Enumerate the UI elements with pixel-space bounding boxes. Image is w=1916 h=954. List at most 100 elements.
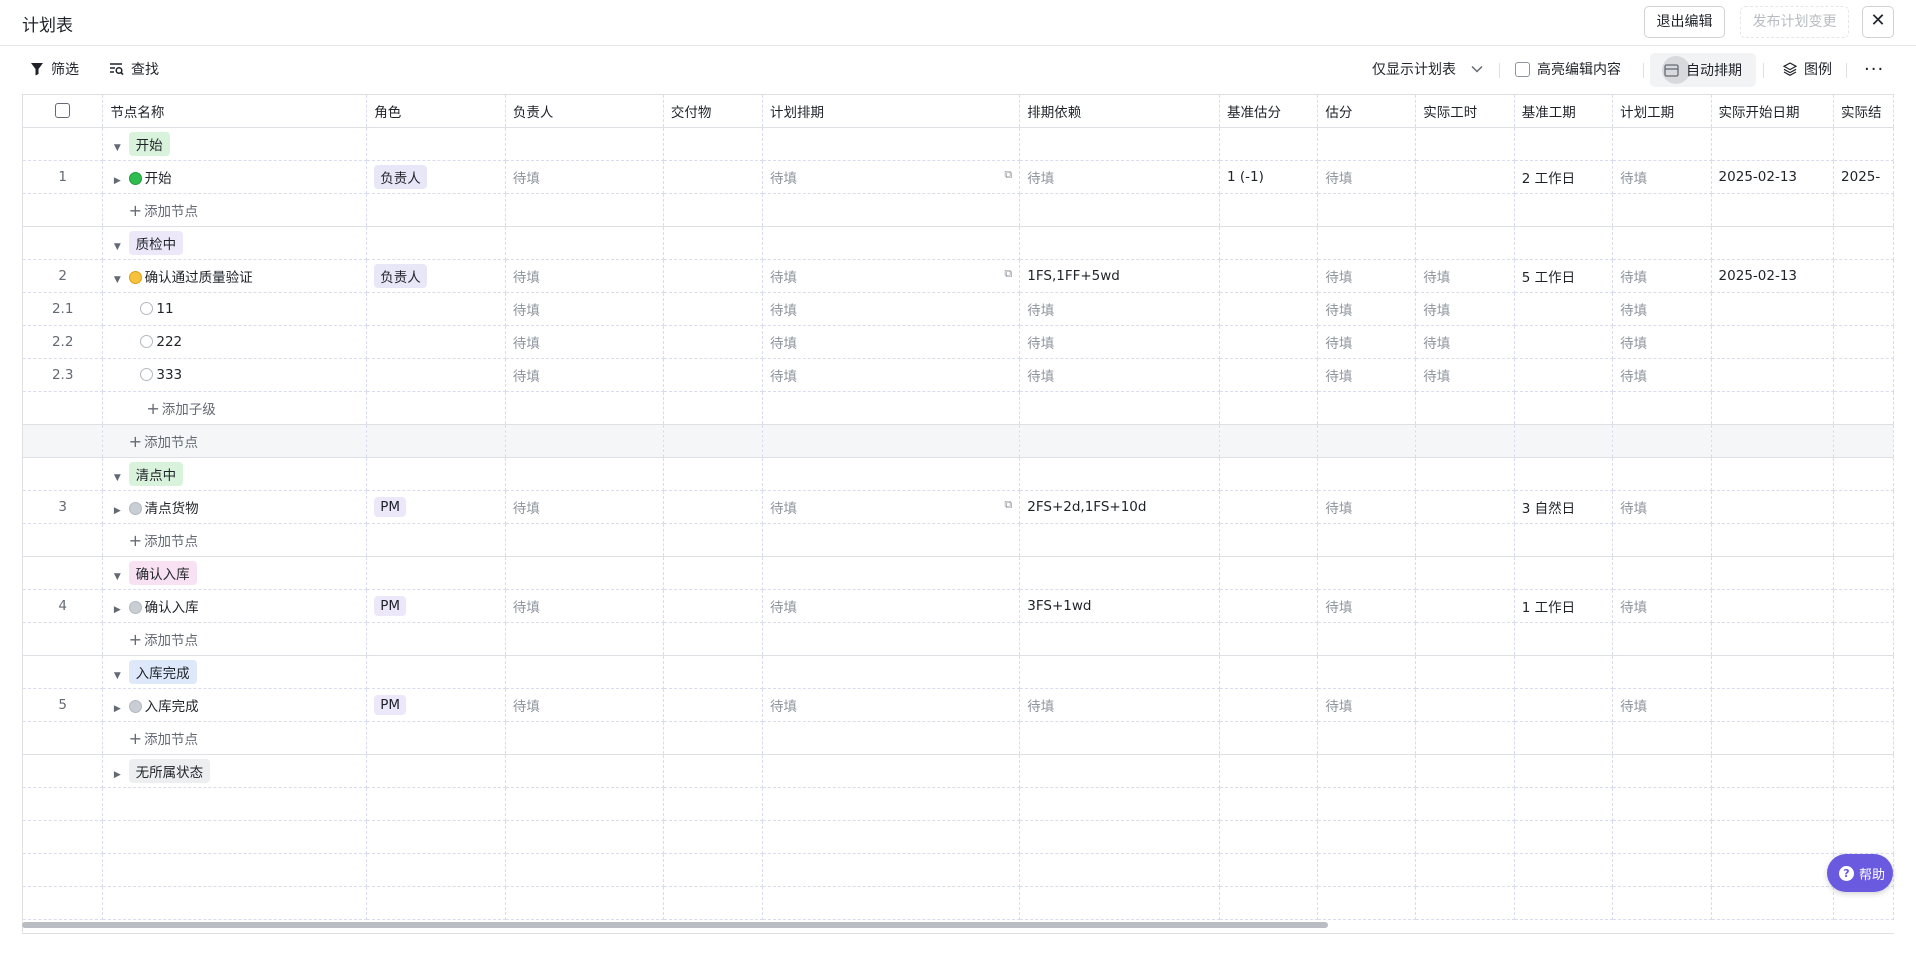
help-button[interactable]: ? 帮助 — [1827, 854, 1893, 892]
estimate-cell[interactable]: 待填 — [1317, 259, 1417, 293]
node-name[interactable]: 确认入库 — [145, 600, 199, 616]
actual-hours-cell[interactable]: 待填 — [1415, 292, 1515, 326]
add-node-button[interactable]: + 添加节点 — [102, 721, 368, 755]
copy-icon[interactable]: ⧉ — [1004, 267, 1012, 281]
group-cell[interactable]: ▼ 开始 — [102, 127, 368, 161]
column-header[interactable]: 计划排期 — [762, 95, 1021, 128]
base-duration-cell[interactable]: 2 工作日 — [1514, 160, 1614, 194]
add-node-button[interactable]: + 添加节点 — [102, 424, 368, 458]
node-name[interactable]: 确认通过质量验证 — [145, 270, 253, 286]
role-tag[interactable]: PM — [374, 496, 407, 517]
more-options-button[interactable]: ··· — [1864, 59, 1884, 80]
plan-schedule-cell[interactable]: 待填 — [762, 688, 1021, 722]
caret-down-icon[interactable]: ▼ — [110, 671, 124, 681]
role-tag[interactable]: PM — [374, 595, 407, 616]
node-name[interactable]: 11 — [156, 301, 173, 317]
base-estimate-cell[interactable] — [1219, 259, 1319, 293]
add-node-button[interactable]: + 添加节点 — [102, 622, 368, 656]
column-header[interactable]: 计划工期 — [1612, 95, 1712, 128]
table-row[interactable]: 5 ▶ 入库完成 PM 待填 待填 待填 待填 待填 — [23, 688, 1894, 722]
deliverable-cell[interactable] — [663, 259, 763, 293]
caret-down-icon[interactable]: ▼ — [110, 473, 124, 483]
select-all-checkbox[interactable] — [23, 95, 104, 128]
actual-end-cell[interactable]: 2025- — [1833, 160, 1894, 194]
node-name[interactable]: 开始 — [145, 171, 172, 187]
group-cell[interactable]: ▼ 入库完成 — [102, 655, 368, 689]
role-tag[interactable]: PM — [374, 694, 407, 715]
group-cell[interactable]: ▼ 清点中 — [102, 457, 368, 491]
owner-cell[interactable]: 待填 — [505, 688, 664, 722]
caret-right-icon[interactable]: ▶ — [110, 704, 124, 714]
node-name[interactable]: 333 — [156, 367, 182, 383]
group-cell[interactable]: ▼ 质检中 — [102, 226, 368, 260]
plan-schedule-cell[interactable]: 待填 ⧉ — [762, 259, 1021, 293]
plan-duration-cell[interactable]: 待填 — [1612, 358, 1712, 392]
caret-down-icon[interactable]: ▼ — [110, 242, 124, 252]
plan-duration-cell[interactable]: 待填 — [1612, 688, 1712, 722]
column-header[interactable]: 交付物 — [663, 95, 763, 128]
plan-schedule-cell[interactable]: 待填 ⧉ — [762, 160, 1021, 194]
table-row[interactable]: 3 ▶ 清点货物 PM 待填 待填 ⧉ 2FS+2d,1FS+10d 待填 3 自… — [23, 490, 1894, 524]
horizontal-scrollbar[interactable] — [22, 922, 1328, 928]
column-header[interactable]: 节点名称 — [102, 95, 368, 128]
estimate-cell[interactable]: 待填 — [1317, 325, 1417, 359]
add-node-button[interactable]: + 添加节点 — [102, 193, 368, 227]
column-header[interactable]: 排期依赖 — [1019, 95, 1220, 128]
add-child-button[interactable]: + 添加子级 — [102, 391, 368, 425]
add-node-button[interactable]: + 添加节点 — [102, 523, 368, 557]
actual-hours-cell[interactable] — [1415, 160, 1515, 194]
node-name[interactable]: 清点货物 — [145, 501, 199, 517]
column-header[interactable]: 基准工期 — [1514, 95, 1614, 128]
caret-down-icon[interactable]: ▼ — [110, 572, 124, 582]
caret-right-icon[interactable]: ▶ — [110, 605, 124, 615]
dependency-cell[interactable]: 待填 — [1019, 292, 1220, 326]
plan-duration-cell[interactable]: 待填 — [1612, 490, 1712, 524]
deliverable-cell[interactable] — [663, 589, 763, 623]
column-header[interactable]: 基准估分 — [1219, 95, 1319, 128]
column-header[interactable]: 实际开始日期 — [1711, 95, 1835, 128]
caret-right-icon[interactable]: ▶ — [110, 770, 124, 780]
group-cell[interactable]: ▼ 确认入库 — [102, 556, 368, 590]
copy-icon[interactable]: ⧉ — [1004, 498, 1012, 512]
table-row[interactable]: 4 ▶ 确认入库 PM 待填 待填 3FS+1wd 待填 1 工作日 待填 — [23, 589, 1894, 623]
plan-duration-cell[interactable]: 待填 — [1612, 589, 1712, 623]
find-button[interactable]: 查找 — [109, 59, 159, 79]
table-row[interactable]: 2.1 11 待填 待填 待填 待填 待填 待填 — [23, 292, 1894, 326]
dependency-cell[interactable]: 待填 — [1019, 688, 1220, 722]
table-row[interactable]: 2.3 333 待填 待填 待填 待填 待填 待填 — [23, 358, 1894, 392]
node-name[interactable]: 222 — [156, 334, 182, 350]
view-select-dropdown[interactable]: 仅显示计划表 — [1372, 59, 1483, 79]
legend-button[interactable]: 图例 — [1783, 59, 1832, 79]
actual-hours-cell[interactable]: 待填 — [1415, 358, 1515, 392]
role-tag[interactable]: 负责人 — [374, 263, 427, 288]
estimate-cell[interactable]: 待填 — [1317, 292, 1417, 326]
dependency-cell[interactable]: 1FS,1FF+5wd — [1019, 259, 1220, 293]
plan-duration-cell[interactable]: 待填 — [1612, 259, 1712, 293]
highlight-edit-checkbox[interactable]: 高亮编辑内容 — [1515, 59, 1621, 79]
plan-duration-cell[interactable]: 待填 — [1612, 160, 1712, 194]
plan-schedule-cell[interactable]: 待填 — [762, 325, 1021, 359]
estimate-cell[interactable]: 待填 — [1317, 688, 1417, 722]
table-row[interactable]: 2 ▼ 确认通过质量验证 负责人 待填 待填 ⧉ 1FS,1FF+5wd 待填 待… — [23, 259, 1894, 293]
owner-cell[interactable]: 待填 — [505, 292, 664, 326]
estimate-cell[interactable]: 待填 — [1317, 358, 1417, 392]
group-cell[interactable]: ▶ 无所属状态 — [102, 754, 368, 788]
caret-right-icon[interactable]: ▶ — [110, 176, 124, 186]
owner-cell[interactable]: 待填 — [505, 358, 664, 392]
owner-cell[interactable]: 待填 — [505, 490, 664, 524]
column-header[interactable]: 实际工时 — [1415, 95, 1515, 128]
estimate-cell[interactable]: 待填 — [1317, 589, 1417, 623]
estimate-cell[interactable]: 待填 — [1317, 160, 1417, 194]
column-header[interactable]: 实际结 — [1833, 95, 1894, 128]
caret-right-icon[interactable]: ▶ — [110, 506, 124, 516]
dependency-cell[interactable]: 待填 — [1019, 325, 1220, 359]
plan-schedule-cell[interactable]: 待填 — [762, 358, 1021, 392]
actual-start-cell[interactable]: 2025-02-13 — [1711, 259, 1835, 293]
table-row[interactable]: 2.2 222 待填 待填 待填 待填 待填 待填 — [23, 325, 1894, 359]
copy-icon[interactable]: ⧉ — [1004, 168, 1012, 182]
estimate-cell[interactable]: 待填 — [1317, 490, 1417, 524]
close-button[interactable]: ✕ — [1862, 6, 1894, 38]
column-header[interactable]: 估分 — [1317, 95, 1417, 128]
dependency-cell[interactable]: 3FS+1wd — [1019, 589, 1220, 623]
exit-edit-button[interactable]: 退出编辑 — [1644, 6, 1725, 38]
